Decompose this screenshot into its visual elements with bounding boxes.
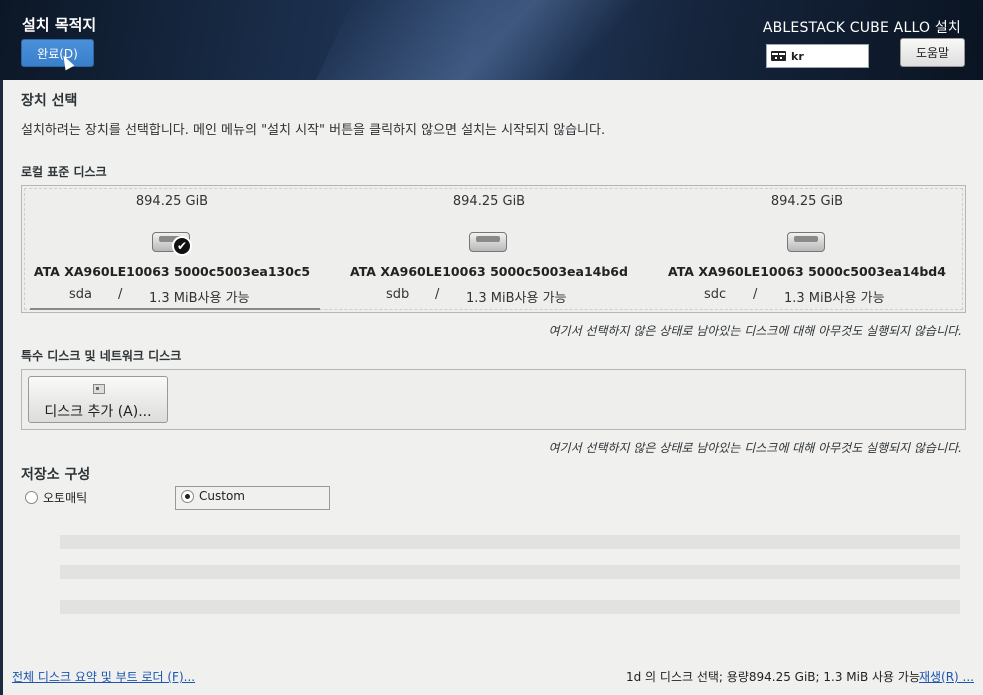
disk-separator: / [753,287,758,302]
radio-automatic-label: 오토매틱 [43,491,88,505]
disk-free-space: 1.3 MiB사용 가능 [149,291,250,306]
disk-model: ATA XA960LE10063 5000c5003ea14bd4 [668,264,946,279]
help-button[interactable]: 도움말 [900,38,965,67]
local-disks-note: 여기서 선택하지 않은 상태로 남아있는 디스크에 대해 아무것도 실행되지 않… [548,324,962,338]
checkmark-icon: ✔ [172,236,192,256]
disk-free-space: 1.3 MiB사용 가능 [466,291,567,306]
disk-name: sdc [704,287,727,302]
product-title: ABLESTACK CUBE ALLO 설치 [762,20,961,36]
special-disks-title: 특수 디스크 및 네트워크 디스크 [21,349,182,363]
keyboard-layout-indicator[interactable]: kr [766,44,869,68]
special-disks-note: 여기서 선택하지 않은 상태로 남아있는 디스크에 대해 아무것도 실행되지 않… [548,441,962,455]
disk-model: ATA XA960LE10063 5000c5003ea14b6d [350,264,628,279]
disk-capacity: 894.25 GiB [135,194,209,209]
special-disks-panel: 디스크 추가 (A)... [21,369,966,430]
disk-name: sdb [386,287,410,302]
spoke-title: 설치 목적지 [22,16,97,34]
storage-config-title: 저장소 구성 [21,467,91,483]
header-bar [0,0,983,80]
device-selection-title: 장치 선택 [21,93,78,109]
local-disks-panel: 894.25 GiB ✔ ATA XA960LE10063 5000c5003e… [21,185,966,313]
hard-drive-icon [469,232,507,252]
disk-separator: / [435,287,440,302]
radio-button-icon[interactable] [25,491,38,504]
add-disk-button[interactable]: 디스크 추가 (A)... [28,376,168,423]
hard-drive-icon [787,232,825,252]
disk-separator: / [118,287,123,302]
disk-image-icon [93,384,105,394]
radio-custom[interactable]: Custom [181,489,245,503]
radio-automatic[interactable]: 오토매틱 [25,489,87,506]
disk-free-space: 1.3 MiB사용 가능 [784,291,885,306]
disk-sdc[interactable]: 894.25 GiB ATA XA960LE10063 5000c5003ea1… [657,186,957,310]
disk-sdb[interactable]: 894.25 GiB ATA XA960LE10063 5000c5003ea1… [339,186,639,310]
radio-custom-label: Custom [199,489,245,503]
keyboard-icon [771,51,786,61]
keyboard-layout-label: kr [791,49,804,63]
radio-button-selected-icon[interactable] [181,489,194,503]
done-button[interactable]: 완료(D) [21,39,94,67]
disk-name: sda [69,287,92,302]
device-selection-description: 설치하려는 장치를 선택합니다. 메인 메뉴의 "설치 시작" 버튼을 클릭하지… [21,123,606,138]
disk-sda[interactable]: 894.25 GiB ✔ ATA XA960LE10063 5000c5003e… [22,186,322,310]
full-disk-summary-link[interactable]: 전체 디스크 요약 및 부트 로더 (F)... [12,668,195,685]
refresh-link[interactable]: 재생(R) ... [919,668,974,685]
disk-capacity: 894.25 GiB [452,194,526,209]
local-disks-title: 로컬 표준 디스크 [21,165,107,179]
selection-indicator [30,308,320,310]
add-disk-label: 디스크 추가 (A)... [44,404,152,420]
disk-capacity: 894.25 GiB [770,194,844,209]
disk-model: ATA XA960LE10063 5000c5003ea130c5 [33,264,311,279]
disk-selection-summary: 1d 의 디스크 선택; 용량894.25 GiB; 1.3 MiB 사용 가능 [625,670,920,684]
